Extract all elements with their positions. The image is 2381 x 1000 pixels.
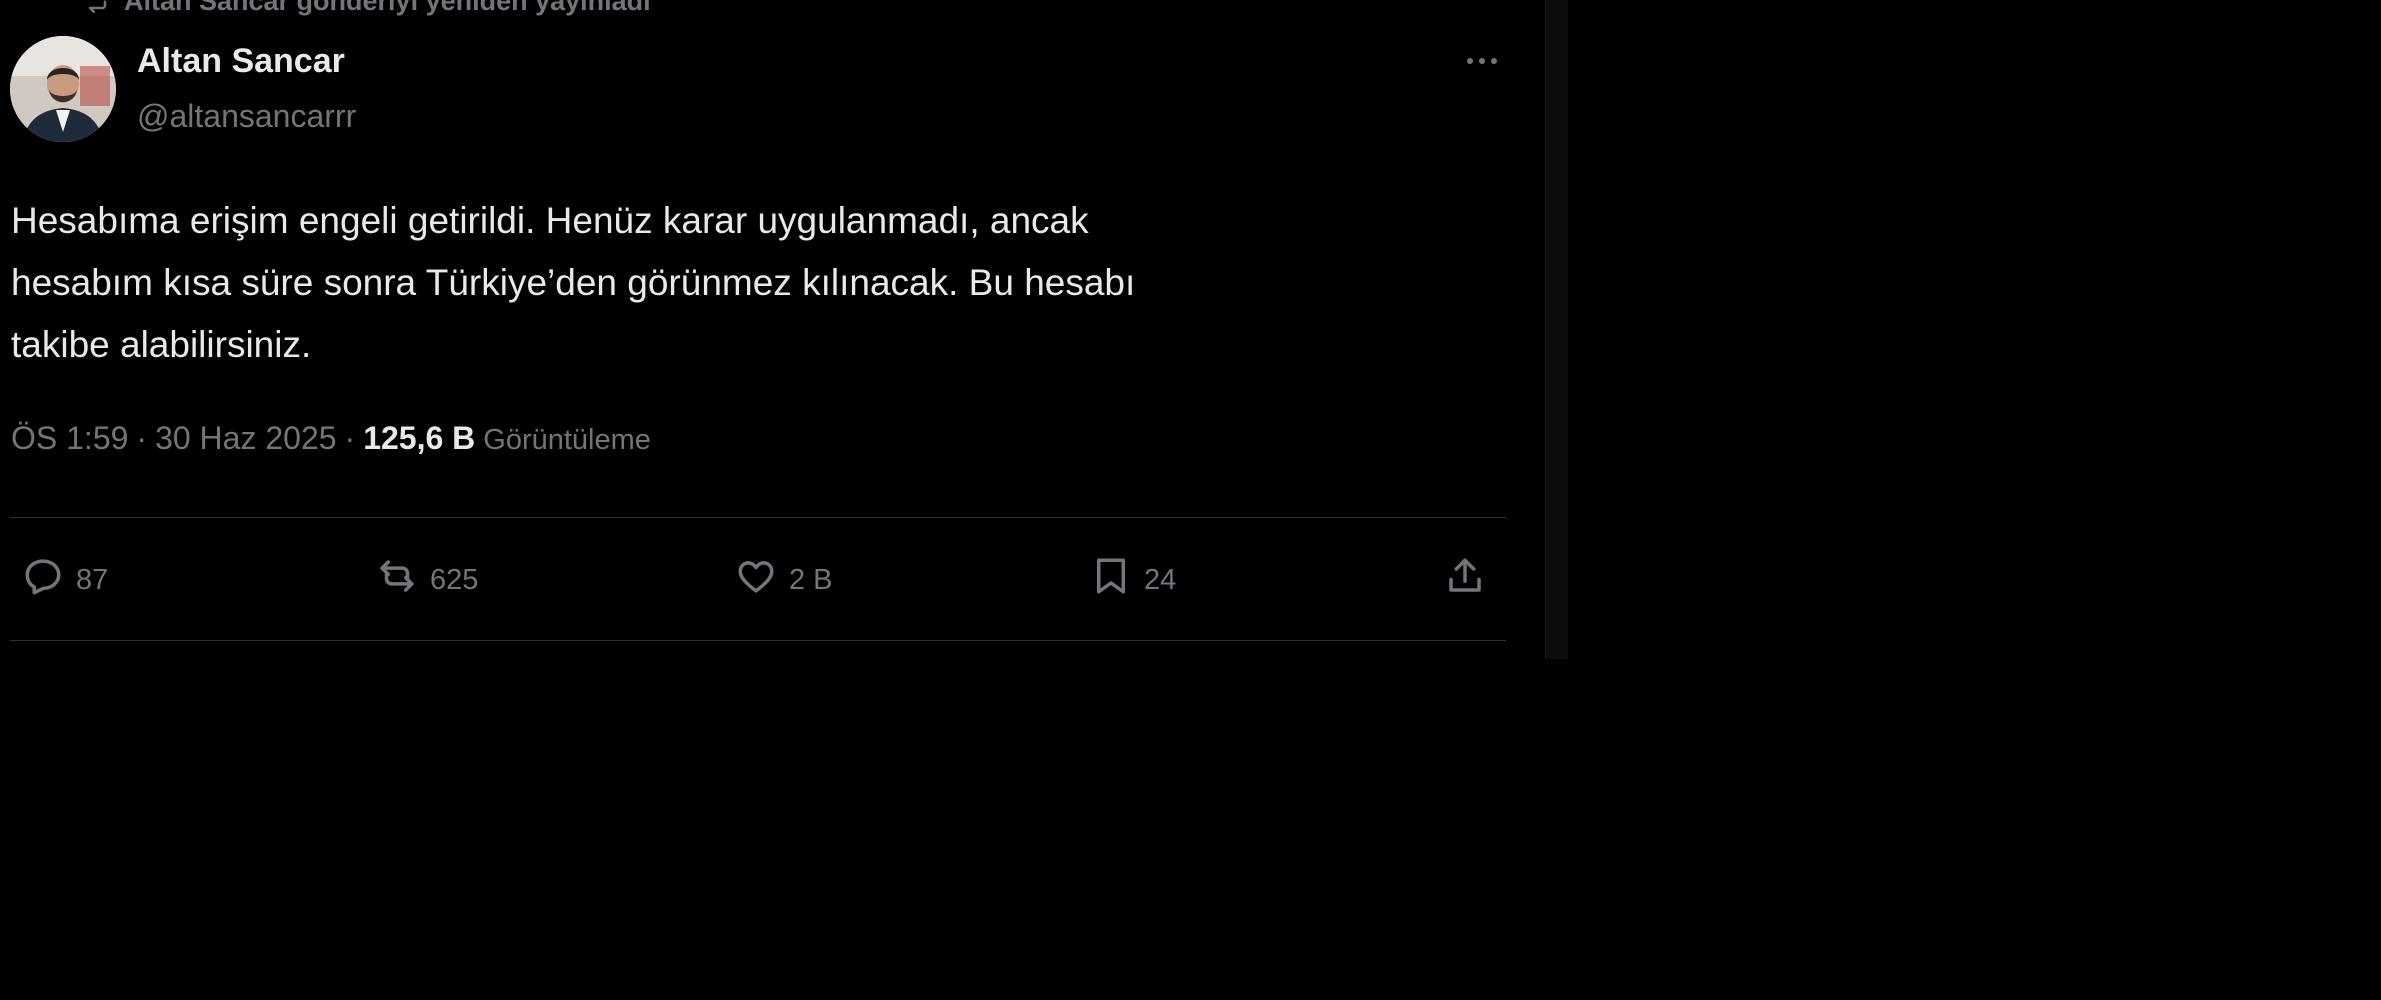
reply-button[interactable]: 87 <box>22 550 108 610</box>
reply-count: 87 <box>76 563 109 596</box>
like-count: 2 B <box>789 563 833 596</box>
handle[interactable]: @altansancarrr <box>137 98 356 135</box>
repost-icon <box>376 555 418 605</box>
repost-icon <box>80 0 110 20</box>
divider <box>10 517 1506 518</box>
tweet-text-line: hesabım kısa süre sonra Türkiye’den görü… <box>11 262 1136 303</box>
action-bar: 87 625 2 B 24 <box>0 550 1568 610</box>
divider <box>10 640 1506 641</box>
share-button[interactable] <box>1444 550 1486 610</box>
like-button[interactable]: 2 B <box>735 550 833 610</box>
bookmark-icon <box>1090 555 1132 605</box>
views-count[interactable]: 125,6 B <box>363 420 475 457</box>
reply-icon <box>22 555 64 605</box>
bookmark-count: 24 <box>1144 563 1177 596</box>
display-name[interactable]: Altan Sancar <box>137 42 345 81</box>
more-icon[interactable] <box>1458 46 1506 76</box>
heart-icon <box>735 555 777 605</box>
tweet-time[interactable]: ÖS 1:59 <box>11 420 128 457</box>
views-label: Görüntüleme <box>483 424 651 456</box>
share-icon <box>1444 555 1486 605</box>
tweet-text-line: Hesabıma erişim engeli getirildi. Henüz … <box>11 200 1089 241</box>
tweet-text: Hesabıma erişim engeli getirildi. Henüz … <box>11 190 1471 376</box>
repost-notice-text: Altan Sancar gönderiyi yeniden yayınladı <box>124 0 651 16</box>
repost-notice[interactable]: Altan Sancar gönderiyi yeniden yayınladı <box>80 0 651 16</box>
bookmark-button[interactable]: 24 <box>1090 550 1176 610</box>
tweet-meta: ÖS 1:59 · 30 Haz 2025 · 125,6 B Görüntül… <box>11 420 651 457</box>
repost-button[interactable]: 625 <box>376 550 478 610</box>
tweet-date[interactable]: 30 Haz 2025 <box>155 420 336 457</box>
avatar[interactable] <box>10 36 116 142</box>
meta-separator: · <box>136 420 148 456</box>
repost-count: 625 <box>430 563 479 596</box>
scrollbar[interactable] <box>1545 0 1568 659</box>
tweet-text-line: takibe alabilirsiniz. <box>11 324 312 365</box>
meta-separator: · <box>344 420 356 456</box>
